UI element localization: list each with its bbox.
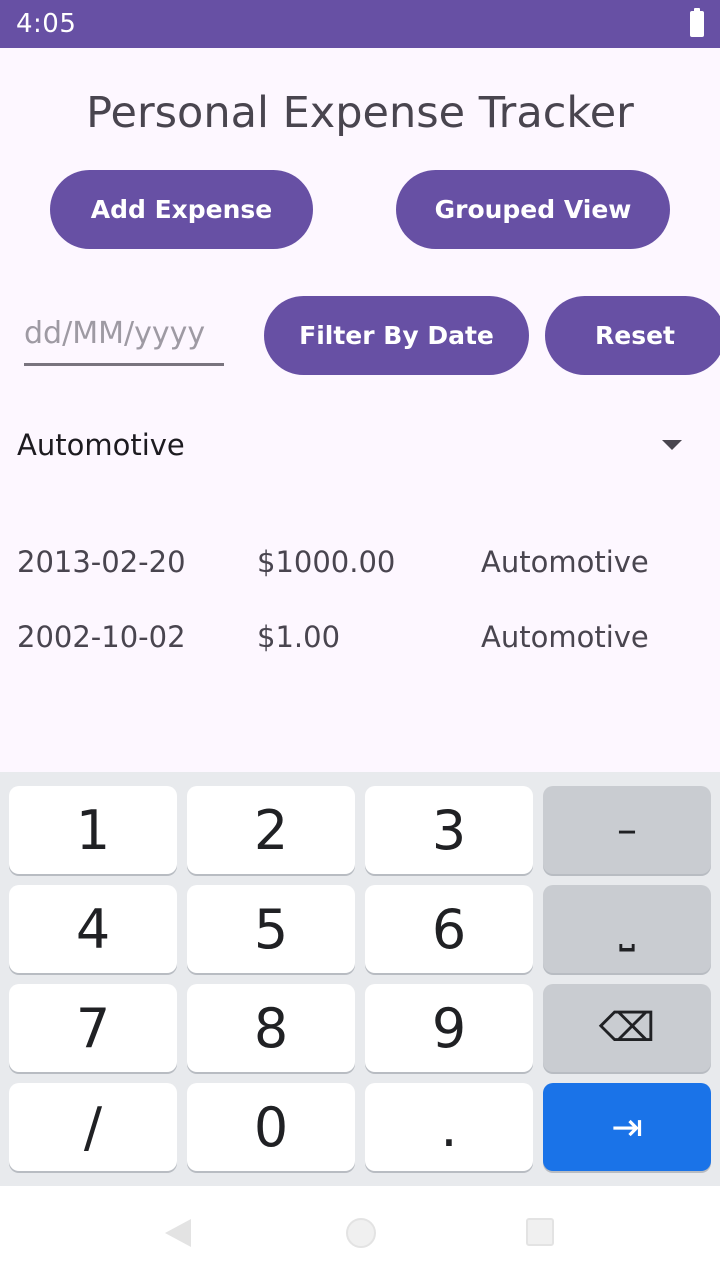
key-9[interactable]: 9 (365, 984, 533, 1072)
table-row: 2013-02-20 $1000.00 Automotive (0, 545, 720, 585)
key-5[interactable]: 5 (187, 885, 355, 973)
add-expense-button[interactable]: Add Expense (50, 170, 313, 249)
key-8[interactable]: 8 (187, 984, 355, 1072)
key-1[interactable]: 1 (9, 786, 177, 874)
recent-apps-icon[interactable] (526, 1218, 554, 1246)
battery-icon (690, 8, 704, 37)
expense-amount: $1.00 (257, 620, 341, 654)
key-3[interactable]: 3 (365, 786, 533, 874)
expense-category: Automotive (481, 620, 649, 654)
page-title: Personal Expense Tracker (86, 88, 634, 138)
navigation-bar (0, 1186, 720, 1280)
expense-category: Automotive (481, 545, 649, 579)
space-key-icon[interactable]: ⎵ (543, 885, 711, 973)
reset-button[interactable]: Reset (545, 296, 720, 375)
status-bar: 4:05 (0, 0, 720, 48)
key-slash[interactable]: / (9, 1083, 177, 1171)
backspace-icon[interactable]: ⌫ (543, 984, 711, 1072)
key-2[interactable]: 2 (187, 786, 355, 874)
grouped-view-button[interactable]: Grouped View (396, 170, 670, 249)
dropdown-selected-value: Automotive (17, 428, 185, 462)
key-period[interactable]: . (365, 1083, 533, 1171)
expense-date: 2013-02-20 (17, 545, 186, 579)
numeric-keyboard: 1 2 3 – 4 5 6 ⎵ 7 8 9 ⌫ / 0 . ⇥ (0, 772, 720, 1186)
dropdown-arrow-icon (662, 440, 682, 450)
date-filter-input[interactable]: dd/MM/yyyy (24, 312, 224, 366)
key-0[interactable]: 0 (187, 1083, 355, 1171)
expense-date: 2002-10-02 (17, 620, 186, 654)
home-icon[interactable] (346, 1218, 376, 1248)
filter-by-date-button[interactable]: Filter By Date (264, 296, 529, 375)
key-7[interactable]: 7 (9, 984, 177, 1072)
key-4[interactable]: 4 (9, 885, 177, 973)
key-6[interactable]: 6 (365, 885, 533, 973)
next-tab-icon[interactable]: ⇥ (543, 1083, 711, 1171)
back-icon[interactable] (165, 1219, 191, 1247)
status-time: 4:05 (16, 9, 77, 39)
expense-amount: $1000.00 (257, 545, 396, 579)
key-minus[interactable]: – (543, 786, 711, 874)
table-row: 2002-10-02 $1.00 Automotive (0, 620, 720, 660)
